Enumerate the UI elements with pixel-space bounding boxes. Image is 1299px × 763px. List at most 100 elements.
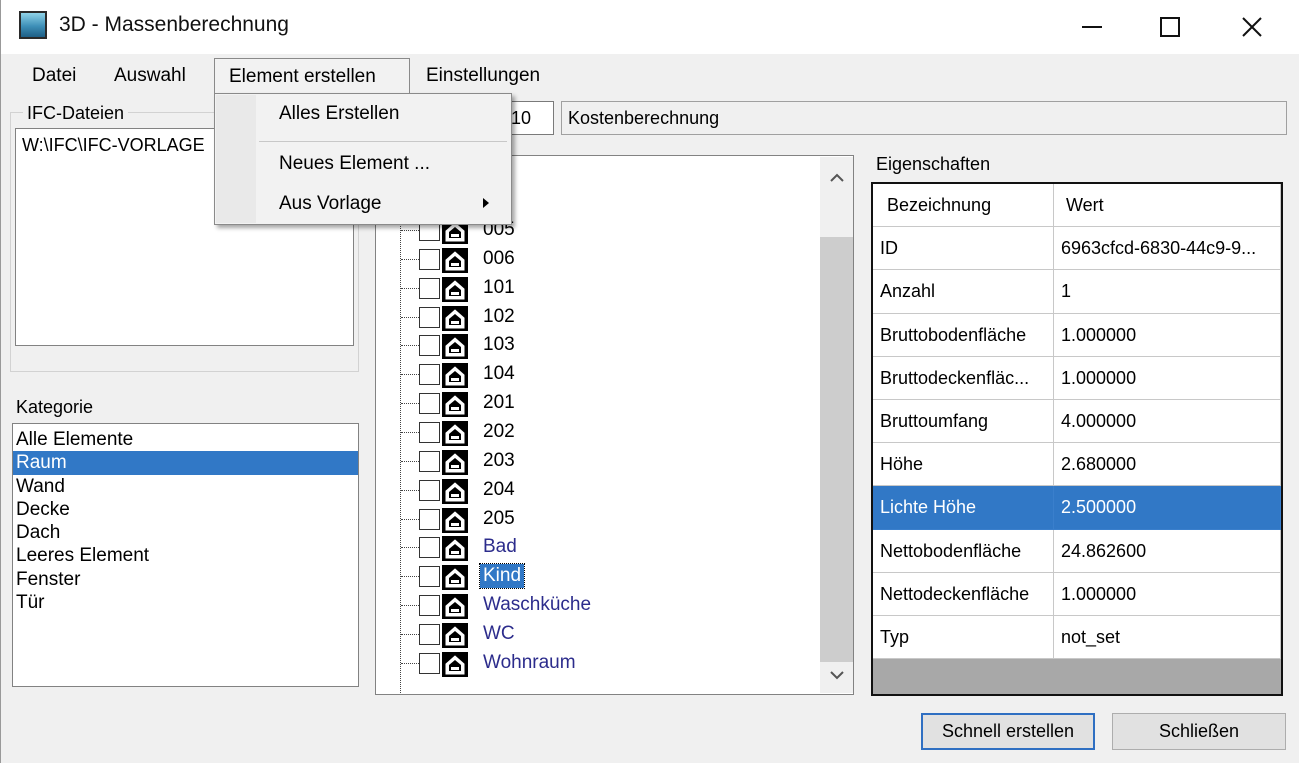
scrollbar-thumb[interactable]: [820, 237, 853, 662]
property-value[interactable]: 1.000000: [1054, 572, 1281, 616]
tree-item[interactable]: 101: [376, 274, 816, 303]
header-bezeichnung[interactable]: Bezeichnung: [873, 184, 1054, 228]
property-row[interactable]: Typ not_set: [873, 616, 1281, 660]
tree-item[interactable]: 104: [376, 360, 816, 389]
tree-item-checkbox[interactable]: [419, 248, 440, 270]
property-name[interactable]: Nettodeckenfläche: [873, 572, 1054, 616]
kategorie-item[interactable]: Decke: [13, 498, 358, 521]
property-name[interactable]: Bruttobodenfläche: [873, 313, 1054, 357]
tree-item-checkbox[interactable]: [419, 393, 440, 415]
tree-item[interactable]: 006: [376, 245, 816, 274]
room-tree[interactable]: 005 006 101 102 103 104 201 202 203 204 205 Bad Kind…: [375, 155, 854, 695]
tree-item-label[interactable]: 101: [480, 276, 518, 300]
property-row[interactable]: Bruttodeckenfläc... 1.000000: [873, 356, 1281, 400]
tree-item[interactable]: 201: [376, 389, 816, 418]
tree-item-label[interactable]: Kind: [478, 563, 526, 590]
tree-item-label[interactable]: 104: [480, 362, 518, 386]
tree-item-label[interactable]: 006: [480, 247, 518, 271]
property-row[interactable]: Nettobodenfläche 24.862600: [873, 529, 1281, 573]
property-name[interactable]: Anzahl: [873, 270, 1054, 314]
minimize-button[interactable]: [1051, 0, 1133, 54]
tree-item-label[interactable]: 201: [480, 391, 518, 415]
tree-scrollbar[interactable]: [820, 157, 853, 693]
kategorie-item[interactable]: Fenster: [13, 568, 358, 591]
property-name[interactable]: ID: [873, 227, 1054, 271]
tree-item-checkbox[interactable]: [419, 479, 440, 501]
property-value[interactable]: not_set: [1054, 616, 1281, 660]
tree-item[interactable]: WC: [376, 620, 816, 649]
kategorie-item[interactable]: Alle Elemente: [13, 428, 358, 451]
tree-item-label[interactable]: Wohnraum: [480, 651, 579, 675]
tree-item[interactable]: Bad: [376, 533, 816, 562]
scroll-down-icon[interactable]: [820, 657, 853, 693]
property-value[interactable]: 1.000000: [1054, 313, 1281, 357]
tree-item[interactable]: 205: [376, 505, 816, 534]
property-name[interactable]: Bruttoumfang: [873, 400, 1054, 444]
kategorie-item[interactable]: Wand: [13, 475, 358, 498]
property-value[interactable]: 1: [1054, 270, 1281, 314]
close-dialog-button[interactable]: Schließen: [1112, 713, 1286, 750]
kategorie-list[interactable]: Alle Elemente Raum Wand Decke Dach Leeres Ele…: [12, 423, 359, 687]
kategorie-item[interactable]: Leeres Element: [13, 544, 358, 567]
quick-create-button[interactable]: Schnell erstellen: [921, 713, 1095, 750]
property-name[interactable]: Typ: [873, 616, 1054, 660]
menu-datei[interactable]: Datei: [18, 58, 90, 94]
tree-item[interactable]: Waschküche: [376, 591, 816, 620]
menu-item-aus-vorlage[interactable]: Aus Vorlage: [279, 193, 381, 215]
property-value[interactable]: 6963cfcd-6830-44c9-9...: [1054, 227, 1281, 271]
tree-item-label[interactable]: 202: [480, 420, 518, 444]
property-name[interactable]: Lichte Höhe: [873, 486, 1054, 530]
menu-auswahl[interactable]: Auswahl: [100, 58, 200, 94]
tree-item[interactable]: 103: [376, 331, 816, 360]
property-row[interactable]: Bruttobodenfläche 1.000000: [873, 313, 1281, 357]
property-value[interactable]: 1.000000: [1054, 356, 1281, 400]
property-row[interactable]: Lichte Höhe 2.500000: [873, 486, 1281, 530]
tree-item-checkbox[interactable]: [419, 566, 440, 588]
header-wert[interactable]: Wert: [1054, 184, 1281, 228]
tree-item[interactable]: 102: [376, 303, 816, 332]
property-value[interactable]: 2.500000: [1054, 486, 1281, 530]
tree-item[interactable]: 203: [376, 447, 816, 476]
kategorie-item[interactable]: Raum: [13, 451, 358, 475]
tree-item-checkbox[interactable]: [419, 421, 440, 443]
property-value[interactable]: 4.000000: [1054, 400, 1281, 444]
tree-item-label[interactable]: 102: [480, 305, 518, 329]
tree-item-label[interactable]: 204: [480, 478, 518, 502]
property-value[interactable]: 2.680000: [1054, 443, 1281, 487]
tree-item-label[interactable]: WC: [480, 622, 518, 646]
tree-item-checkbox[interactable]: [419, 450, 440, 472]
property-name[interactable]: Höhe: [873, 443, 1054, 487]
property-name[interactable]: Bruttodeckenfläc...: [873, 356, 1054, 400]
tree-item[interactable]: Kind: [376, 562, 816, 591]
properties-grid[interactable]: Bezeichnung Wert ID 6963cfcd-6830-44c9-9.…: [871, 182, 1283, 696]
property-row[interactable]: Anzahl 1: [873, 270, 1281, 314]
tree-item-checkbox[interactable]: [419, 595, 440, 617]
kategorie-item[interactable]: Tür: [13, 591, 358, 614]
menu-item-neues-element[interactable]: Neues Element ...: [279, 153, 430, 175]
scroll-up-icon[interactable]: [820, 159, 853, 195]
tree-item[interactable]: 202: [376, 418, 816, 447]
tree-item-checkbox[interactable]: [419, 508, 440, 530]
tree-item-checkbox[interactable]: [419, 537, 440, 559]
cost-calculation-field[interactable]: Kostenberechnung: [561, 101, 1287, 135]
menu-item-alles-erstellen[interactable]: Alles Erstellen: [279, 103, 399, 125]
tree-item-checkbox[interactable]: [419, 306, 440, 328]
tree-item[interactable]: 204: [376, 476, 816, 505]
tree-item-checkbox[interactable]: [419, 623, 440, 645]
property-row[interactable]: Bruttoumfang 4.000000: [873, 400, 1281, 444]
menu-einstellungen[interactable]: Einstellungen: [412, 58, 554, 94]
property-value[interactable]: 24.862600: [1054, 529, 1281, 573]
tree-item-label[interactable]: Bad: [480, 535, 520, 559]
tree-item-checkbox[interactable]: [419, 277, 440, 299]
maximize-button[interactable]: [1129, 0, 1211, 54]
tree-item[interactable]: Wohnraum: [376, 649, 816, 678]
tree-item-label[interactable]: 203: [480, 449, 518, 473]
tree-item-checkbox[interactable]: [419, 364, 440, 386]
menu-element-erstellen[interactable]: Element erstellen: [214, 58, 410, 94]
tree-item-label[interactable]: Waschküche: [480, 593, 594, 617]
property-row[interactable]: ID 6963cfcd-6830-44c9-9...: [873, 227, 1281, 271]
kategorie-item[interactable]: Dach: [13, 521, 358, 544]
tree-item-label[interactable]: 103: [480, 333, 518, 357]
tree-item-checkbox[interactable]: [419, 335, 440, 357]
property-row[interactable]: Höhe 2.680000: [873, 443, 1281, 487]
